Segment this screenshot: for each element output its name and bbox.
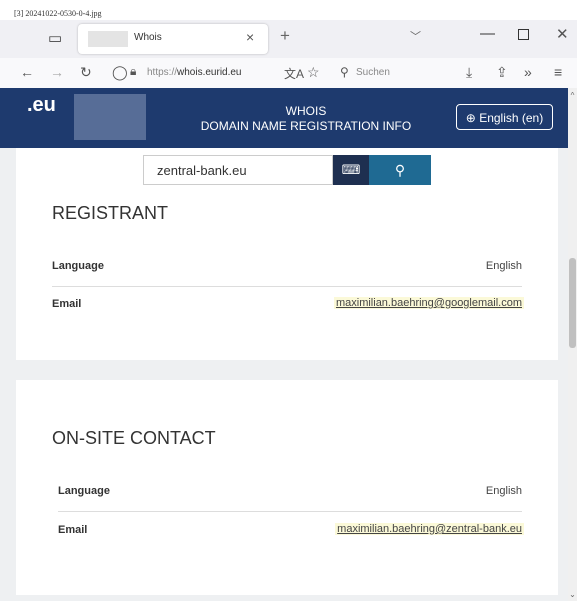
onsite-contact-card: ON-SITE CONTACT Language English Email m… (16, 380, 558, 595)
image-caption: [3] 20241022-0530-0-4.jpg (14, 9, 102, 18)
lock-icon[interactable]: 🔒︎ (130, 64, 136, 79)
language-button-label: English (en) (479, 111, 544, 125)
onsite-language-value: English (485, 485, 522, 497)
language-button[interactable]: ⊕ English (en) (456, 104, 553, 130)
registrant-title: REGISTRANT (52, 203, 169, 223)
new-tab-icon[interactable]: + (280, 26, 290, 46)
translate-icon[interactable]: 文A (284, 65, 304, 82)
blurred-favicon (88, 31, 128, 47)
maximize-icon[interactable] (518, 29, 529, 40)
scroll-up-arrow-icon[interactable]: ^ (568, 91, 577, 100)
main-content: REGISTRANT Language English Email maximi… (0, 148, 568, 601)
registrant-language-label: Language (52, 260, 104, 272)
scroll-down-arrow-icon[interactable]: ⌄ (568, 590, 577, 599)
shield-icon[interactable]: ◯ (112, 64, 128, 81)
site-header: .eu WHOIS DOMAIN NAME REGISTRATION INFO … (0, 88, 568, 148)
browser-tab[interactable]: Whois × (78, 24, 268, 54)
blurred-logo-area (74, 94, 146, 140)
overflow-chevron-icon[interactable]: » (524, 64, 532, 80)
onsite-email-value[interactable]: maximilian.baehring@zentral-bank.eu (335, 523, 524, 535)
registrant-email-label: Email (52, 298, 82, 310)
forward-arrow-icon[interactable]: → (50, 64, 64, 80)
divider (58, 511, 522, 512)
globe-icon: ⊕ (465, 111, 476, 125)
keyboard-icon: ⌨ (341, 162, 361, 177)
domain-search-value: zentral-bank.eu (157, 163, 247, 178)
browser-nav-bar: ← → ↻ ◯ 🔒︎ https://whois.eurid.eu 文A ☆ ⚲… (0, 58, 577, 88)
share-icon[interactable]: ⇪ (496, 64, 508, 81)
chevron-down-icon[interactable]: ﹀ (410, 28, 421, 44)
bookmark-star-icon[interactable]: ☆ (307, 64, 320, 81)
minimize-icon[interactable]: — (480, 25, 495, 42)
domain-search-button[interactable]: ⚲ (369, 155, 431, 185)
close-icon[interactable]: × (246, 29, 254, 45)
tab-title: Whois (134, 32, 162, 43)
search-icon: ⚲ (340, 65, 349, 79)
browser-tab-bar: ▭ Whois × + ﹀ — ✕ (0, 20, 577, 58)
back-arrow-icon[interactable]: ← (20, 64, 34, 80)
tab-list-icon[interactable]: ▭ (48, 29, 62, 47)
window-close-icon[interactable]: ✕ (556, 25, 569, 43)
domain-search-input[interactable]: zentral-bank.eu (143, 155, 333, 185)
keyboard-button[interactable]: ⌨ (333, 155, 369, 185)
header-title-line1: WHOIS (285, 104, 327, 118)
header-title: WHOIS DOMAIN NAME REGISTRATION INFO (186, 104, 426, 134)
search-placeholder: Suchen (356, 67, 390, 78)
search-icon: ⚲ (394, 162, 406, 178)
search-bar[interactable]: ⚲ Suchen (332, 62, 442, 84)
reload-icon[interactable]: ↻ (80, 64, 92, 81)
onsite-language-label: Language (58, 485, 110, 497)
eu-logo: .eu (27, 94, 56, 116)
scroll-thumb[interactable] (569, 258, 576, 348)
registrant-language-value: English (485, 260, 522, 272)
registrant-email-value[interactable]: maximilian.baehring@googlemail.com (333, 297, 524, 309)
menu-icon[interactable]: ≡ (554, 64, 562, 80)
onsite-contact-title: ON-SITE CONTACT (52, 428, 216, 448)
onsite-email-label: Email (58, 524, 88, 536)
header-title-line2: DOMAIN NAME REGISTRATION INFO (200, 119, 412, 133)
download-icon[interactable]: ⤓ (466, 64, 472, 81)
page-scrollbar[interactable]: ^ ⌄ (568, 88, 577, 601)
divider (52, 286, 522, 287)
url-text: https://whois.eurid.eu (147, 67, 242, 78)
